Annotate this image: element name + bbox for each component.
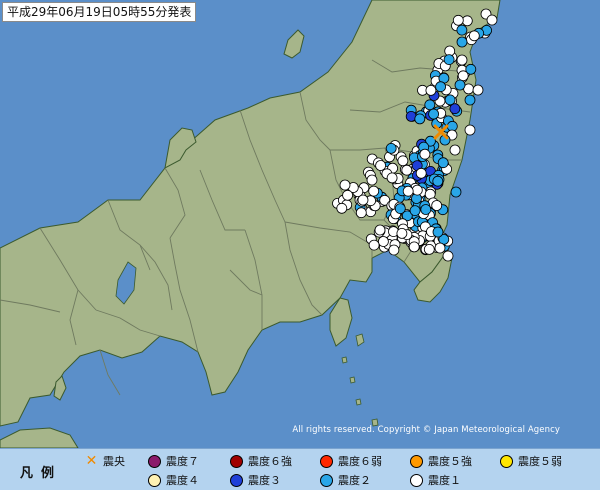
legend-item: 震度６強 [230, 454, 292, 468]
legend-item: 震度６弱 [320, 454, 382, 468]
intensity-station-marker [409, 205, 421, 217]
legend-item: 震度３ [230, 473, 281, 487]
intensity-station-marker [452, 14, 464, 26]
seismic-intensity-map: 平成29年06月19日05時55分発表 All rights reserved.… [0, 0, 600, 490]
intensity-station-marker [486, 14, 498, 26]
map-canvas [0, 0, 600, 448]
intensity-station-marker [450, 186, 462, 198]
intensity-dot-icon [230, 454, 243, 468]
intensity-station-marker [386, 172, 398, 184]
copyright-notice: All rights reserved. Copyright © Japan M… [292, 425, 560, 435]
intensity-station-marker [432, 175, 444, 187]
legend-item-label: 震度５弱 [518, 455, 562, 468]
legend-item: 震度２ [320, 473, 371, 487]
legend-bar: 凡例 ✕ 震央 震度７ 震度６強 震度６弱 震度５強 震度５弱震度４ 震度３ 震度２ 震度１ [0, 448, 600, 490]
epicenter-cross-icon: ✕ [85, 452, 98, 469]
intensity-station-marker [408, 241, 420, 253]
legend-item-label: 震央 [103, 455, 125, 468]
intensity-station-marker [411, 184, 423, 196]
intensity-station-marker [457, 70, 469, 82]
intensity-dot-icon [410, 454, 423, 468]
intensity-station-marker [435, 81, 447, 93]
intensity-station-marker [456, 36, 468, 48]
intensity-station-marker [366, 174, 378, 186]
izu-island-4 [355, 398, 362, 406]
intensity-station-marker [414, 113, 426, 125]
intensity-station-marker [443, 54, 455, 65]
intensity-station-marker [368, 239, 380, 251]
intensity-station-marker [461, 15, 473, 27]
legend-item-label: 震度４ [166, 474, 199, 487]
intensity-station-marker [434, 242, 446, 254]
legend-item: 震度７ [148, 454, 199, 468]
intensity-station-marker [336, 202, 348, 214]
intensity-station-marker [397, 155, 409, 167]
intensity-station-marker [424, 99, 436, 111]
legend-title: 凡例 [20, 466, 63, 481]
legend-item-label: 震度６強 [248, 455, 292, 468]
legend-item-label: 震度１ [428, 474, 461, 487]
legend-item-label: 震度７ [166, 455, 199, 468]
intensity-station-marker [388, 244, 400, 256]
issue-time-title: 平成29年06月19日05時55分発表 [2, 2, 197, 22]
legend-item: 震度５弱 [500, 454, 562, 468]
intensity-station-marker [432, 226, 444, 238]
intensity-station-marker [415, 167, 427, 179]
intensity-station-marker [423, 243, 435, 255]
intensity-dot-icon [230, 473, 243, 487]
intensity-dot-icon [320, 454, 333, 468]
izu-island-3 [349, 376, 356, 384]
intensity-station-marker [456, 54, 468, 66]
intensity-dot-icon [410, 473, 423, 487]
intensity-station-marker [419, 148, 431, 160]
intensity-station-marker [442, 250, 454, 262]
intensity-station-marker [357, 194, 369, 206]
intensity-station-marker [456, 24, 468, 36]
legend-item-label: 震度５強 [428, 455, 472, 468]
intensity-station-marker [431, 200, 443, 211]
legend-item: 震度５強 [410, 454, 472, 468]
legend-item-label: 震度６弱 [338, 455, 382, 468]
intensity-station-marker [468, 30, 480, 42]
intensity-dot-icon [148, 454, 161, 468]
intensity-station-marker [394, 203, 406, 215]
intensity-station-marker [368, 185, 380, 197]
legend-item-label: 震度２ [338, 474, 371, 487]
intensity-station-marker [449, 103, 461, 115]
intensity-station-marker [401, 164, 413, 176]
intensity-station-marker [375, 160, 387, 171]
intensity-station-marker [454, 79, 466, 91]
intensity-station-marker [464, 124, 476, 136]
intensity-station-marker [374, 224, 386, 236]
legend-item: ✕ 震央 [85, 452, 125, 469]
intensity-station-marker [402, 185, 414, 197]
intensity-station-marker [444, 94, 456, 106]
intensity-station-marker [385, 142, 397, 154]
intensity-station-marker [396, 227, 408, 239]
intensity-station-marker [339, 179, 351, 191]
legend-item-label: 震度３ [248, 474, 281, 487]
intensity-station-marker [449, 144, 461, 156]
intensity-station-marker [464, 94, 476, 106]
izu-island-2 [341, 356, 348, 364]
intensity-station-marker [342, 189, 354, 201]
intensity-station-marker [377, 236, 389, 247]
intensity-station-marker [472, 84, 484, 96]
intensity-dot-icon [320, 473, 333, 487]
intensity-dot-icon [500, 454, 513, 468]
intensity-station-marker [425, 85, 437, 96]
legend-item: 震度１ [410, 473, 461, 487]
intensity-dot-icon [148, 473, 161, 487]
intensity-station-marker [428, 108, 440, 120]
legend-item: 震度４ [148, 473, 199, 487]
intensity-station-marker [355, 207, 367, 219]
intensity-station-marker [437, 157, 449, 169]
intensity-station-marker [420, 204, 432, 215]
